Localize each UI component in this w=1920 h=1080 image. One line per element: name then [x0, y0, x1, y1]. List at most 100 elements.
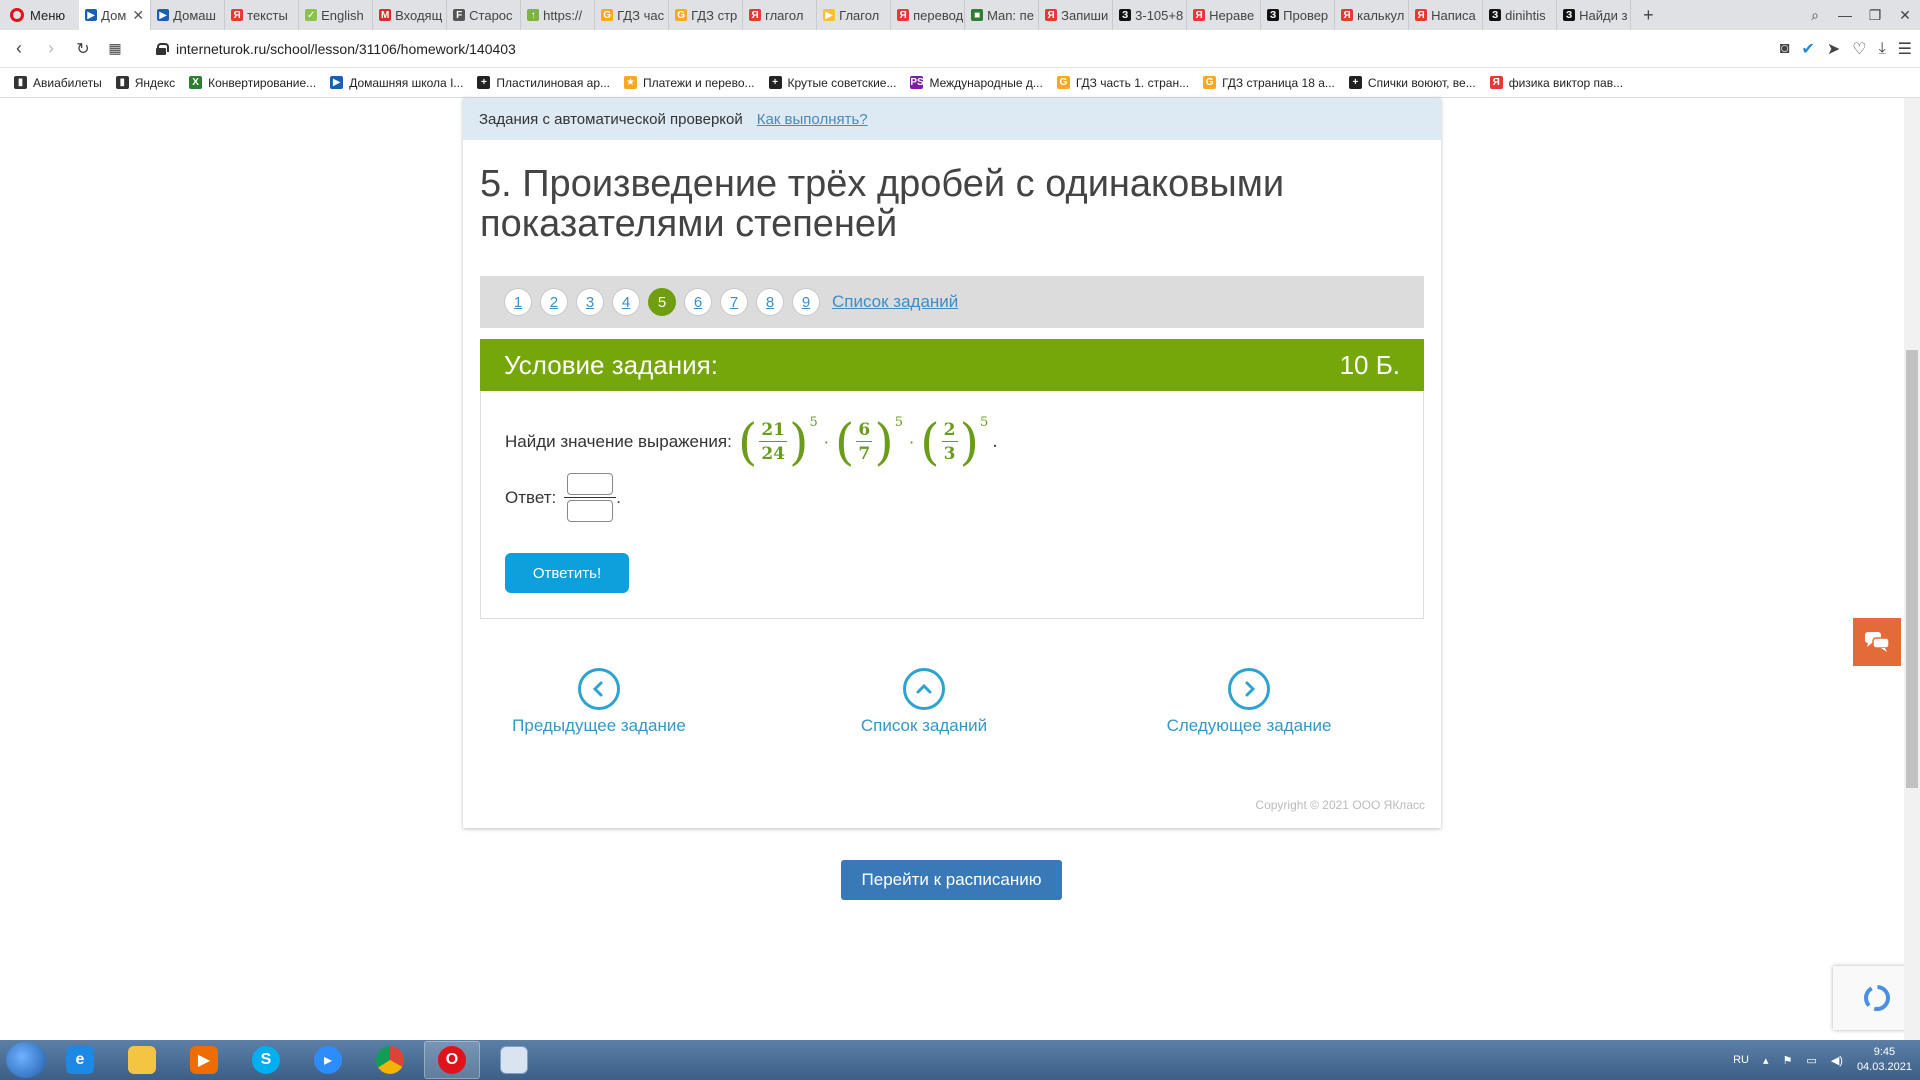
bookmark-item[interactable]: ▮ Яндекс [115, 75, 176, 90]
camera-icon[interactable]: ◙ [1780, 40, 1790, 58]
taskbar-skype[interactable]: S [238, 1041, 294, 1079]
browser-tab[interactable]: Якалькул [1335, 0, 1410, 30]
how-to-link[interactable]: Как выполнять? [757, 111, 868, 128]
new-tab-button[interactable]: + [1631, 5, 1666, 26]
browser-tab[interactable]: З Провер [1261, 0, 1336, 30]
taskbar-media-player[interactable]: ▶ [176, 1041, 232, 1079]
taskbar-ie[interactable]: e [52, 1041, 108, 1079]
volume-icon[interactable]: ◀) [1831, 1054, 1843, 1067]
task-step-1[interactable]: 1 [504, 288, 532, 316]
search-tabs-icon[interactable]: ⌕ [1800, 7, 1830, 24]
task-list-link[interactable]: Список заданий [832, 292, 958, 312]
browser-tab[interactable]: M Входящ [373, 0, 448, 30]
bookmark-label: Яндекс [134, 75, 176, 90]
taskbar-opera[interactable]: O [424, 1041, 480, 1079]
opera-menu-button[interactable]: Меню [0, 0, 79, 30]
bookmark-item[interactable]: ▮ Авиабилеты [14, 76, 102, 90]
bookmark-item[interactable]: + Спички воюют, ве... [1348, 76, 1476, 90]
browser-tab[interactable]: Я Нераве [1187, 0, 1262, 30]
tab-favicon-icon: Я [1341, 9, 1354, 21]
page-scrollbar[interactable] [1904, 98, 1920, 1040]
browser-tab[interactable]: З 3-105+8 [1113, 0, 1188, 30]
task-step-5[interactable]: 5 [648, 288, 676, 316]
task-step-9[interactable]: 9 [792, 288, 820, 316]
tray-expand-icon[interactable]: ▴ [1763, 1054, 1769, 1067]
bookmark-favicon-icon: Я [1489, 76, 1503, 89]
browser-tab[interactable]: Яглагол [743, 0, 818, 30]
speed-dial-icon[interactable]: ▦ [102, 40, 128, 57]
forward-icon[interactable]: › [38, 38, 64, 59]
browser-tab[interactable]: F Старос [447, 0, 522, 30]
bookmark-label: ГДЗ часть 1. стран... [1075, 75, 1190, 90]
bookmark-item[interactable]: Яфизика виктор пав... [1489, 76, 1623, 90]
browser-tab[interactable]: ▶ Дом ✕ [79, 0, 152, 30]
task-list-bottom-link[interactable]: Список заданий [814, 668, 1034, 736]
vpn-shield-icon[interactable]: ✔ [1801, 39, 1814, 59]
start-button[interactable] [6, 1042, 46, 1078]
clock-time: 9:45 [1873, 1046, 1896, 1058]
browser-tab[interactable]: Я Написа [1409, 0, 1484, 30]
bookmark-item[interactable]: X Конвертирование... [189, 76, 316, 90]
answer-denominator-input[interactable] [567, 500, 614, 522]
language-indicator[interactable]: RU [1733, 1054, 1749, 1066]
tab-favicon-icon: M [379, 9, 392, 21]
close-tab-icon[interactable]: ✕ [132, 7, 144, 24]
schedule-button[interactable]: Перейти к расписанию [841, 860, 1062, 900]
prev-task-link[interactable]: Предыдущее задание [489, 668, 709, 736]
browser-tab[interactable]: ✓ English [299, 0, 374, 30]
bookmark-item[interactable]: G ГДЗ часть 1. стран... [1056, 75, 1190, 90]
taskbar-window[interactable] [486, 1041, 542, 1079]
bookmark-item[interactable]: G ГДЗ страница 18 а... [1203, 76, 1335, 90]
clock[interactable]: 9:45 04.03.2021 [1857, 1045, 1912, 1075]
url-field[interactable]: interneturok.ru/school/lesson/31106/home… [156, 41, 516, 57]
taskbar-zoom[interactable]: ▸ [300, 1041, 356, 1079]
task-step-2[interactable]: 2 [540, 288, 568, 316]
back-icon[interactable]: ‹ [6, 38, 32, 59]
taskbar-explorer[interactable] [114, 1041, 170, 1079]
bookmark-item[interactable]: PS Международные д... [910, 75, 1043, 90]
flag-icon[interactable]: ⚑ [1783, 1054, 1793, 1067]
send-icon[interactable]: ➤ [1827, 39, 1840, 59]
minimize-button[interactable]: — [1830, 7, 1860, 23]
bookmark-item[interactable]: ▶ Домашняя школа I... [330, 76, 463, 90]
browser-tab[interactable]: З Найди з [1557, 0, 1632, 30]
next-task-link[interactable]: Следующее задание [1139, 668, 1359, 736]
chat-widget-button[interactable] [1853, 618, 1901, 666]
browser-tab[interactable]: Ятексты [225, 0, 300, 30]
right-paren: ) [959, 413, 980, 471]
task-step-4[interactable]: 4 [612, 288, 640, 316]
network-icon[interactable]: ▭ [1806, 1054, 1816, 1067]
bookmark-item[interactable]: + Пластилиновая ар... [477, 76, 610, 90]
browser-tab[interactable]: ▶ Домаш [151, 0, 226, 30]
browser-tab[interactable]: G ГДЗ стр [669, 0, 744, 30]
tab-label: Нераве [1209, 7, 1255, 23]
heart-icon[interactable]: ♡ [1852, 39, 1866, 59]
tab-favicon-icon: ▶ [85, 9, 98, 21]
browser-tab[interactable]: Зdinihtis [1483, 0, 1558, 30]
browser-tab[interactable]: ↑ https:// [521, 0, 596, 30]
browser-tab[interactable]: ▶ Глагол [817, 0, 892, 30]
browser-tab[interactable]: ■ Man: пе [965, 0, 1040, 30]
task-step-8[interactable]: 8 [756, 288, 784, 316]
bookmark-label: Международные д... [929, 75, 1043, 90]
task-step-6[interactable]: 6 [684, 288, 712, 316]
multiply-operator: · [823, 432, 829, 452]
scrollbar-thumb[interactable] [1906, 350, 1918, 788]
browser-tab[interactable]: G ГДЗ час [595, 0, 670, 30]
task-step-3[interactable]: 3 [576, 288, 604, 316]
easy-setup-icon[interactable]: ☰ [1898, 39, 1912, 59]
bookmark-item[interactable]: + Крутые советские... [768, 76, 896, 90]
tab-label: Найди з [1579, 7, 1628, 23]
maximize-button[interactable]: ❐ [1860, 7, 1890, 24]
browser-tab[interactable]: Яперевод [891, 0, 966, 30]
download-icon[interactable]: ⤓ [1879, 40, 1886, 58]
task-step-7[interactable]: 7 [720, 288, 748, 316]
submit-answer-button[interactable]: Ответить! [505, 553, 629, 593]
reload-icon[interactable]: ↻ [70, 39, 96, 59]
close-window-button[interactable]: ✕ [1890, 7, 1920, 24]
taskbar-chrome[interactable] [362, 1041, 418, 1079]
bookmark-item[interactable]: ★ Платежи и перево... [624, 76, 755, 90]
browser-tab[interactable]: Я Запиши [1039, 0, 1114, 30]
window-icon [500, 1046, 528, 1074]
answer-numerator-input[interactable] [567, 473, 614, 495]
